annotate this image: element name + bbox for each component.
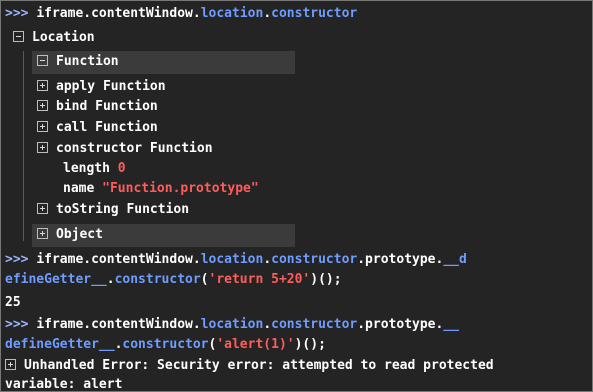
prop-key: length — [63, 161, 110, 176]
command-text: )(); — [294, 337, 326, 352]
tree-node-bind[interactable]: bind Function — [37, 97, 158, 117]
tree-node-function[interactable]: Function — [37, 52, 119, 72]
tree-node-label: constructor Function — [56, 141, 213, 156]
error-line-wrap: variable: alert — [5, 375, 123, 392]
command-line-2: >>> iframe.contentWindow.location.constr… — [5, 250, 467, 270]
command-text: location — [200, 252, 264, 267]
prompt: >>> — [5, 6, 29, 21]
expand-icon[interactable] — [37, 142, 48, 153]
tree-node-tostring[interactable]: toString Function — [37, 200, 189, 220]
command-text: )(); — [310, 272, 342, 287]
expand-icon[interactable] — [37, 100, 48, 111]
expand-icon[interactable] — [37, 80, 48, 91]
command-text: constructor — [271, 317, 358, 332]
command-line-1: >>> iframe.contentWindow.location.constr… — [5, 4, 357, 24]
command-line-2-wrap: efineGetter__.constructor('return 5+20')… — [5, 270, 342, 290]
prop-key: name — [63, 181, 95, 196]
console-output: >>> iframe.contentWindow.location.constr… — [0, 0, 593, 392]
command-text: defineGetter__ — [5, 337, 115, 352]
prop-value: 0 — [117, 161, 126, 176]
tree-node-constructor[interactable]: constructor Function — [37, 139, 213, 159]
command-text: constructor — [114, 272, 201, 287]
command-text: ( — [200, 272, 209, 287]
tree-node-apply[interactable]: apply Function — [37, 77, 166, 97]
tree-node-call[interactable]: call Function — [37, 118, 158, 138]
command-text: constructor — [122, 337, 209, 352]
command-text: constructor — [271, 252, 358, 267]
command-text: iframe.contentWindow. — [36, 6, 201, 21]
prompt: >>> — [5, 252, 29, 267]
command-text: . — [106, 272, 115, 287]
expand-icon[interactable] — [5, 359, 16, 370]
command-text: __d — [443, 252, 467, 267]
expand-icon[interactable] — [37, 121, 48, 132]
expand-icon[interactable] — [37, 203, 48, 214]
tree-prop-length: length 0 — [63, 159, 126, 179]
tree-guide-line — [23, 51, 24, 241]
command-text: location — [200, 317, 264, 332]
error-message: variable: alert — [5, 377, 123, 392]
tree-node-label: Location — [32, 30, 95, 45]
command-text: iframe.contentWindow. — [36, 317, 201, 332]
command-line-3-wrap: defineGetter__.constructor('alert(1)')()… — [5, 335, 326, 355]
error-message: Unhandled Error: Security error: attempt… — [24, 358, 494, 373]
result-value: 25 — [5, 295, 21, 310]
prop-value: "Function.prototype" — [102, 181, 259, 196]
result-line: 25 — [5, 293, 21, 313]
command-text: efineGetter__ — [5, 272, 107, 287]
error-line[interactable]: Unhandled Error: Security error: attempt… — [5, 356, 494, 376]
command-text: iframe.contentWindow. — [36, 252, 201, 267]
tree-node-label: Function — [56, 54, 119, 69]
command-text: constructor — [271, 6, 358, 21]
expand-icon[interactable] — [37, 228, 48, 239]
command-text: . — [263, 252, 272, 267]
command-string: 'alert(1)' — [216, 337, 295, 352]
command-line-3: >>> iframe.contentWindow.location.constr… — [5, 315, 459, 335]
command-text: .prototype. — [357, 317, 444, 332]
collapse-icon[interactable] — [37, 55, 48, 66]
command-text: __ — [443, 317, 459, 332]
command-string: 'return 5+20' — [208, 272, 311, 287]
collapse-icon[interactable] — [13, 31, 24, 42]
command-text: location — [200, 6, 264, 21]
prompt: >>> — [5, 317, 29, 332]
command-text: . — [263, 6, 272, 21]
tree-node-label: Object — [56, 227, 103, 242]
tree-node-label: toString Function — [56, 202, 190, 217]
command-text: .prototype. — [357, 252, 444, 267]
tree-node-label: apply Function — [56, 79, 166, 94]
command-text: . — [263, 317, 272, 332]
tree-node-label: call Function — [56, 120, 158, 135]
tree-node-location[interactable]: Location — [13, 28, 95, 48]
tree-node-object[interactable]: Object — [37, 225, 103, 245]
tree-node-label: bind Function — [56, 99, 158, 114]
tree-prop-name: name "Function.prototype" — [63, 179, 259, 199]
